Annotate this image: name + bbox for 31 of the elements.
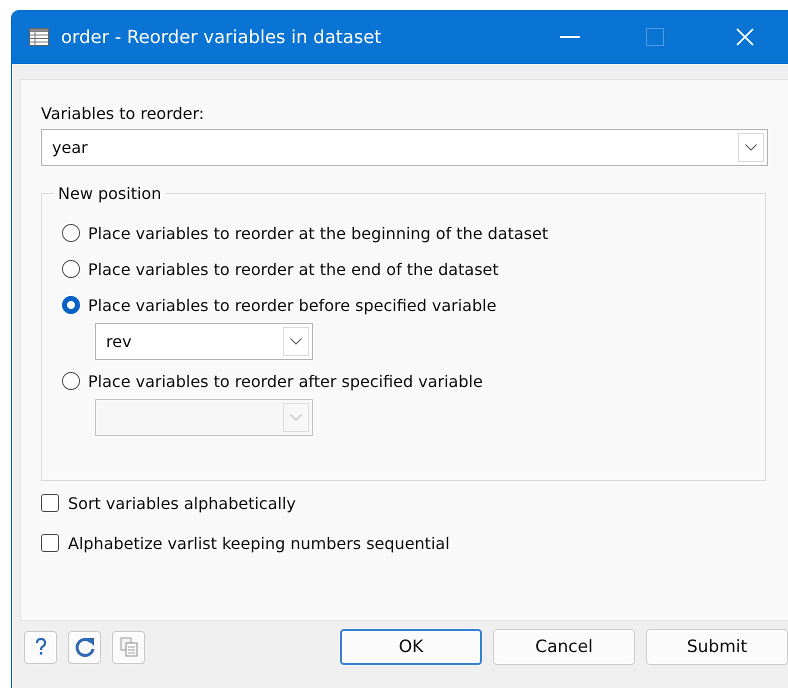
chevron-down-icon bbox=[745, 144, 757, 151]
refresh-icon bbox=[74, 636, 96, 658]
radio-button[interactable] bbox=[62, 372, 80, 390]
radio-option[interactable]: Place variables to reorder before specified variable bbox=[62, 287, 765, 323]
variables-dropdown[interactable]: year bbox=[41, 129, 768, 166]
field-label: Variables to reorder: bbox=[41, 104, 206, 124]
copy-button[interactable] bbox=[112, 630, 145, 664]
question-mark-icon bbox=[34, 638, 46, 656]
radio-button[interactable] bbox=[62, 224, 80, 242]
copy-icon bbox=[120, 637, 138, 657]
group-title: New position bbox=[57, 184, 162, 203]
chevron-down-icon bbox=[290, 414, 302, 421]
radio-button[interactable] bbox=[62, 296, 80, 314]
dialog-button[interactable]: Cancel bbox=[493, 629, 635, 665]
radio-option[interactable]: Place variables to reorder at the beginning of the dataset bbox=[62, 215, 765, 251]
chevron-down-icon bbox=[290, 338, 302, 345]
close-icon[interactable] bbox=[736, 28, 754, 46]
dialog-button[interactable]: OK bbox=[340, 629, 482, 665]
reset-button[interactable] bbox=[68, 630, 101, 664]
radio-option[interactable]: Place variables to reorder at the end of the dataset bbox=[62, 251, 765, 287]
variable-dropdown[interactable]: rev bbox=[95, 323, 313, 360]
checkbox-option[interactable]: Alphabetize varlist keeping numbers sequential bbox=[41, 525, 788, 561]
table-icon bbox=[29, 28, 49, 46]
help-button[interactable] bbox=[24, 630, 57, 664]
window-title: order - Reorder variables in dataset bbox=[61, 26, 382, 48]
dialog-button[interactable]: Submit bbox=[646, 629, 788, 665]
checkbox[interactable] bbox=[41, 494, 59, 512]
checkbox-option[interactable]: Sort variables alphabetically bbox=[41, 481, 788, 525]
radio-button[interactable] bbox=[62, 260, 80, 278]
checkbox[interactable] bbox=[41, 534, 59, 552]
radio-option[interactable]: Place variables to reorder after specified variable bbox=[62, 363, 765, 399]
